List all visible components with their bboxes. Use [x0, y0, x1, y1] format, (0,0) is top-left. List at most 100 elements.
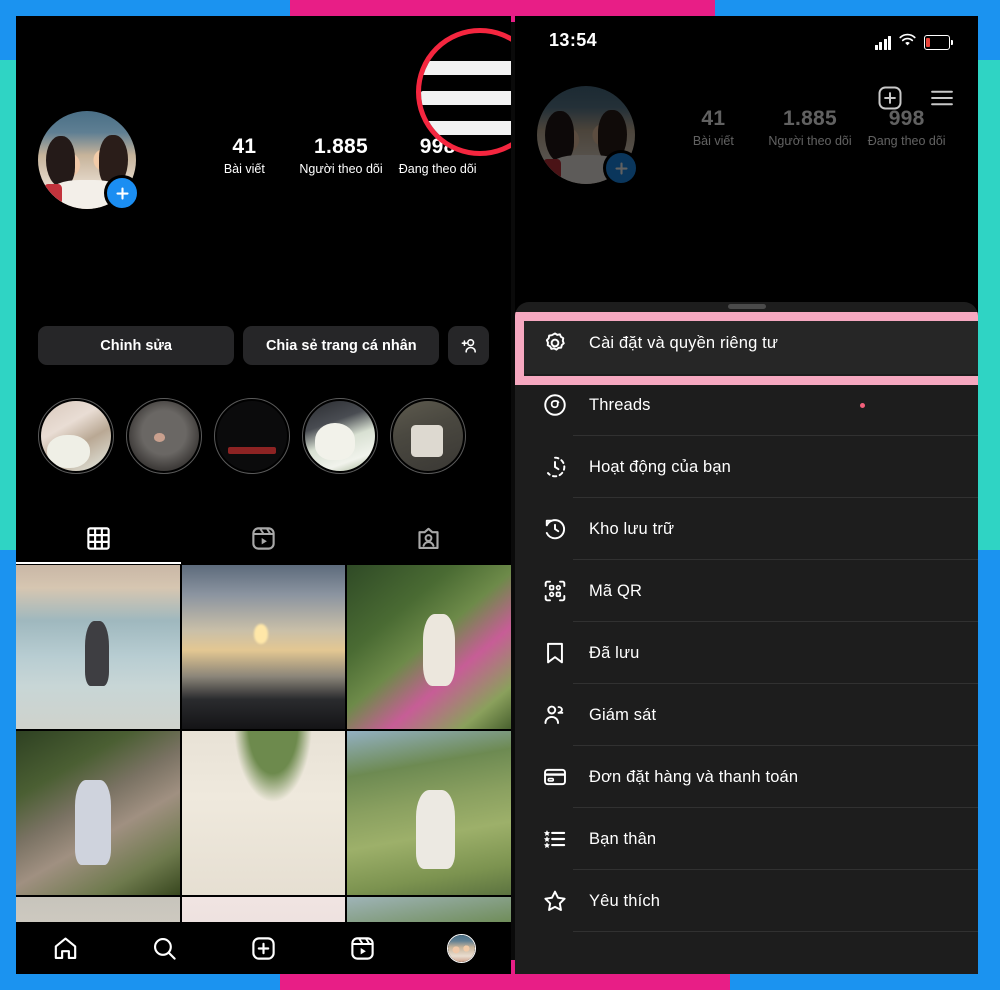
border-band-right-middle [978, 60, 1000, 550]
menu-item-saved[interactable]: Đã lưu [515, 622, 978, 684]
stat-following: 998 Đang theo dõi [858, 106, 955, 150]
gear-icon [537, 330, 573, 356]
post-park-hug[interactable] [347, 731, 511, 895]
border-band-left-middle [0, 60, 16, 550]
tab-tagged[interactable] [346, 512, 511, 564]
menu-item-label: Cài đặt và quyền riêng tư [589, 333, 779, 352]
story-highlight-item[interactable] [126, 398, 202, 474]
tab-reels[interactable] [181, 512, 346, 564]
tagged-icon [418, 527, 439, 549]
menu-item-orders-payments[interactable]: Đơn đặt hàng và thanh toán [515, 746, 978, 808]
stat-followers[interactable]: 1.885 Người theo dõi [293, 134, 390, 178]
profile-action-row: Chỉnh sửa Chia sẻ trang cá nhân [16, 326, 511, 365]
hamburger-menu-icon-bar [421, 121, 511, 135]
stat-posts[interactable]: 41 Bài viết [196, 134, 293, 178]
menu-item-label: Yêu thích [589, 891, 661, 910]
plus-icon [115, 186, 129, 200]
menu-item-settings-privacy[interactable]: Cài đặt và quyền riêng tư [515, 312, 978, 374]
profile-avatar [537, 86, 639, 186]
tab-grid[interactable] [16, 512, 181, 564]
sheet-drag-handle[interactable] [727, 304, 766, 309]
right-phone-screenshot: 13:54 41 Bài viết 1.885 Người theo dõi 9… [515, 16, 978, 974]
menu-item-label: Threads [589, 395, 651, 414]
dimmed-profile-header: 41 Bài viết 1.885 Người theo dõi 998 Đan… [515, 68, 978, 248]
status-bar-icons [874, 33, 953, 52]
menu-divider [573, 931, 978, 932]
post-hanging-vines[interactable] [181, 731, 346, 895]
post-forest-path[interactable] [16, 731, 180, 895]
bookmark-icon [537, 640, 573, 666]
border-band-left-bottom [0, 550, 16, 990]
stat-label: Người theo dõi [299, 162, 383, 176]
star-icon [537, 888, 573, 914]
status-bar-clock: 13:54 [549, 30, 598, 50]
stat-value: 1.885 [782, 107, 838, 130]
highlight-thumbnail [129, 401, 199, 471]
story-highlight-item[interactable] [390, 398, 466, 474]
activity-clock-icon [537, 454, 573, 480]
nav-search[interactable] [115, 935, 214, 962]
reels-icon [252, 526, 275, 550]
nav-home[interactable] [16, 935, 115, 962]
share-profile-button[interactable]: Chia sẻ trang cá nhân [243, 326, 440, 365]
screenshot-frame: 41 Bài viết 1.885 Người theo dõi 998 Đan… [0, 0, 1000, 990]
nav-create[interactable] [214, 935, 313, 962]
hamburger-menu-icon-bar [421, 91, 511, 105]
story-highlight-item[interactable] [214, 398, 290, 474]
notification-dot [860, 403, 865, 408]
menu-item-label: Kho lưu trữ [589, 519, 675, 538]
grid-icon [87, 526, 110, 550]
home-icon [54, 937, 77, 959]
post-flower-garden[interactable] [347, 565, 511, 729]
add-story-button [603, 150, 639, 186]
add-person-icon [461, 338, 476, 353]
credit-card-icon [537, 764, 573, 790]
avatar-photo [448, 934, 475, 962]
highlight-thumbnail [41, 401, 111, 471]
border-band-right-top [978, 0, 1000, 60]
settings-bottom-sheet: Cài đặt và quyền riêng tư Threads Hoạt đ… [515, 302, 978, 974]
menu-item-label: Đã lưu [589, 643, 640, 662]
avatar-detail [542, 158, 561, 181]
stat-followers: 1.885 Người theo dõi [762, 106, 859, 150]
reels-icon [351, 936, 374, 960]
hamburger-menu-icon-bar [421, 61, 511, 75]
menu-item-threads[interactable]: Threads [515, 374, 978, 436]
menu-item-label: Bạn thân [589, 829, 657, 848]
add-story-button[interactable] [104, 175, 140, 211]
status-bar: 13:54 [515, 16, 978, 68]
posts-grid [16, 565, 511, 974]
edit-profile-button[interactable]: Chỉnh sửa [38, 326, 235, 365]
story-highlight-item[interactable] [302, 398, 378, 474]
profile-stats: 41 Bài viết 1.885 Người theo dõi 998 Đan… [665, 106, 955, 150]
profile-avatar[interactable] [38, 111, 140, 211]
post-beach-walk[interactable] [16, 565, 180, 729]
story-highlight-item[interactable] [38, 398, 114, 474]
menu-item-qr-code[interactable]: Mã QR [515, 560, 978, 622]
nav-reels[interactable] [313, 935, 412, 962]
cellular-signal-icon [874, 35, 891, 50]
menu-item-archive[interactable]: Kho lưu trữ [515, 498, 978, 560]
battery-level [926, 37, 930, 48]
plus-icon [614, 161, 628, 175]
stat-label: Người theo dõi [768, 134, 852, 148]
stat-value: 998 [888, 107, 925, 130]
nav-profile[interactable] [412, 933, 511, 963]
qr-code-icon [537, 578, 573, 604]
highlight-thumbnail [305, 401, 375, 471]
search-icon [153, 937, 176, 960]
stat-label: Đang theo dõi [398, 162, 477, 176]
supervision-people-icon [537, 702, 573, 728]
menu-item-your-activity[interactable]: Hoạt động của bạn [515, 436, 978, 498]
stat-label: Bài viết [223, 162, 265, 176]
menu-item-favorites[interactable]: Yêu thích [515, 870, 978, 932]
menu-item-supervision[interactable]: Giám sát [515, 684, 978, 746]
border-band-top-right [715, 0, 1000, 16]
stat-value: 41 [701, 107, 726, 130]
plus-square-icon [252, 936, 275, 960]
menu-item-close-friends[interactable]: Bạn thân [515, 808, 978, 870]
stat-posts: 41 Bài viết [665, 106, 762, 150]
close-friends-list-icon [537, 826, 573, 852]
post-sunset-sea[interactable] [181, 565, 346, 729]
discover-people-button[interactable] [448, 326, 489, 365]
